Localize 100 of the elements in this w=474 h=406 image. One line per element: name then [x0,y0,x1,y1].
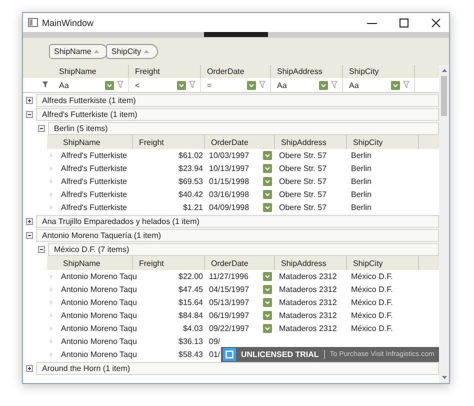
sort-ascending-icon [144,50,150,53]
column-header[interactable]: Freight [133,135,205,149]
table-cell-text: Mataderos 2312 [278,311,338,320]
table-cell-text: 05/13/1997 [208,298,250,307]
filter-icon[interactable] [117,81,125,89]
group-row[interactable]: Berlin (5 items) [48,122,439,134]
dropdown-icon[interactable] [105,80,114,90]
dropdown-icon[interactable] [263,177,272,186]
row-indicator-icon [50,313,53,318]
group-row[interactable]: Ana Trujillo Emparedados y helados (1 item) [36,214,439,228]
collapse-icon[interactable] [26,110,33,118]
filter-icon[interactable] [189,81,197,89]
dropdown-icon[interactable] [263,151,272,160]
table-cell-text: Berlin [350,151,372,160]
table-cell-text: Obere Str. 57 [278,164,328,173]
filter-operator[interactable]: < [135,80,140,90]
close-icon[interactable] [431,18,441,28]
column-header[interactable]: ShipAddress [275,135,347,149]
row-indicator-icon [50,205,53,210]
row-indicator-icon [50,326,53,331]
scroll-up-icon[interactable] [442,69,446,72]
column-header[interactable]: ShipName [57,256,133,270]
column-header[interactable]: ShipAddress [271,65,343,78]
table-cell-text: 09/22/1997 [208,324,250,333]
filter-operator[interactable]: Aa [59,80,69,90]
table-cell-text: $40.42 [178,190,204,199]
filter-operator[interactable]: = [207,80,212,90]
table-cell-text: 01/15/1998 [208,177,250,186]
table-cell-text: 03/16/1998 [208,190,250,199]
expand-icon[interactable] [26,96,33,104]
column-header[interactable]: ShipAddress [275,256,347,270]
filter-operator[interactable]: Aa [349,80,359,90]
table-cell-text: Obere Str. 57 [278,190,328,199]
filter-operator[interactable]: Aa [277,80,287,90]
dropdown-icon[interactable] [263,272,272,281]
dropdown-icon[interactable] [263,164,272,173]
table-cell-text: $23.94 [178,164,204,173]
table-cell-text: 10/03/1997 [208,151,250,160]
column-header[interactable]: OrderDate [205,256,275,270]
row-indicator-icon [50,352,53,357]
dropdown-icon[interactable] [263,285,272,294]
dropdown-icon[interactable] [263,190,272,199]
filter-icon[interactable] [331,81,339,89]
table-cell-text: $61.02 [178,151,204,160]
table-cell-text: México D.F. [350,298,394,307]
column-header[interactable]: OrderDate [201,65,271,78]
group-row[interactable]: Antonio Moreno Taquería (1 item) [36,228,439,242]
filter-icon[interactable] [259,81,267,89]
column-header[interactable]: ShipCity [347,135,419,149]
table-cell-text: Alfred's Futterkiste [60,177,128,186]
clear-filter-icon[interactable] [42,81,50,89]
scroll-down-icon[interactable] [442,376,446,379]
filter-icon[interactable] [403,81,411,89]
table-cell-text: México D.F. [350,272,394,281]
group-row[interactable]: Around the Horn (1 item) [36,362,439,374]
banner-title: UNLICENSED TRIAL [241,350,319,359]
dropdown-icon[interactable] [263,311,272,320]
collapse-icon[interactable] [26,232,33,238]
group-row[interactable]: México D.F. (7 items) [48,242,439,256]
row-indicator-icon [50,287,53,292]
dropdown-icon[interactable] [391,80,400,90]
expand-icon[interactable] [26,364,33,372]
scrollbar-thumb[interactable] [441,76,447,116]
dropdown-icon[interactable] [263,203,272,212]
column-header[interactable]: Freight [129,65,201,78]
table-cell-text: Alfred's Futterkiste [60,164,128,173]
expand-icon[interactable] [26,218,33,224]
group-row[interactable]: Alfreds Futterkiste (1 item) [36,94,439,106]
table-cell-text: Mataderos 2312 [278,285,338,294]
collapse-icon[interactable] [38,246,45,252]
dropdown-icon[interactable] [247,80,256,90]
vertical-scrollbar[interactable] [439,65,449,383]
logo-icon [223,348,236,361]
sort-ascending-icon [94,50,100,53]
table-cell-text: Alfred's Futterkiste [60,203,128,212]
row-indicator-icon [50,274,53,279]
group-row[interactable]: Alfred's Futterkiste (1 item) [36,108,439,120]
column-header[interactable]: ShipCity [347,256,419,270]
table-cell-text: $1.21 [182,203,204,212]
column-header[interactable]: ShipName [57,135,133,149]
table-cell-text: México D.F. [350,285,394,294]
maximize-icon[interactable] [399,18,409,28]
column-header[interactable]: OrderDate [205,135,275,149]
group-by-chip[interactable]: ShipCity [106,44,158,59]
table-cell-text: México D.F. [350,311,394,320]
table-cell-text: Berlin [350,177,372,186]
splitter-handle[interactable] [204,32,268,37]
column-header[interactable]: ShipName [53,65,129,78]
dropdown-icon[interactable] [177,80,186,90]
dropdown-icon[interactable] [263,298,272,307]
collapse-icon[interactable] [38,124,45,132]
table-cell-text: 04/15/1997 [208,285,250,294]
dropdown-icon[interactable] [319,80,328,90]
group-by-chip[interactable]: ShipName [49,44,108,59]
column-header[interactable]: Freight [133,256,205,270]
table-cell-text: 01/ [208,350,220,359]
table-cell-text: 11/27/1996 [208,272,250,281]
dropdown-icon[interactable] [263,324,272,333]
table-cell-text: $69.53 [178,177,204,186]
column-header[interactable]: ShipCity [343,65,415,78]
